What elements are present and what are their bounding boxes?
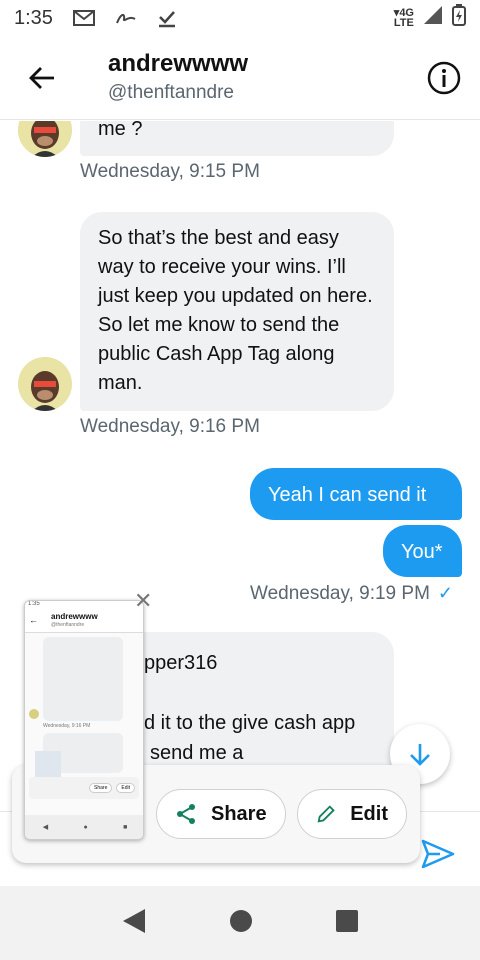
thumb-share: Share: [89, 783, 113, 793]
share-button[interactable]: Share: [156, 789, 286, 839]
back-nav-icon[interactable]: [121, 907, 147, 940]
message-timestamp: Wednesday, 9:16 PM: [80, 416, 260, 437]
message-bubble[interactable]: me ?: [80, 121, 394, 156]
battery-icon: [452, 4, 466, 32]
thumb-time: Wednesday, 9:16 PM: [43, 723, 91, 729]
send-icon[interactable]: [420, 836, 456, 872]
signature-icon: [115, 11, 137, 25]
message-text-line: send me a: [150, 742, 244, 764]
thumb-share-sheet: Share Edit: [29, 777, 139, 799]
thumb-edit: Edit: [116, 783, 135, 793]
edit-button[interactable]: Edit: [297, 789, 407, 839]
screenshot-thumbnail[interactable]: 1:35 ← andrewwww @thenftanndre Wednesday…: [24, 600, 144, 840]
message-timestamp: Wednesday, 9:19 PM ✓: [250, 583, 453, 605]
recents-nav-icon[interactable]: [335, 909, 359, 938]
avatar[interactable]: [18, 357, 72, 411]
arrow-down-icon: [410, 744, 430, 766]
system-nav-bar: [0, 886, 480, 960]
thumb-status-bar: 1:35: [25, 601, 143, 611]
thumb-back-nav-icon: ◀: [42, 824, 49, 831]
gmail-icon: [72, 10, 95, 26]
message-text-line: d it to the give cash app: [144, 712, 356, 734]
download-done-icon: [157, 8, 177, 28]
message-timestamp: Wednesday, 9:15 PM: [80, 161, 260, 182]
thumb-name: andrewwww: [51, 612, 98, 621]
thumb-avatar: [29, 709, 39, 719]
thumb-bubble: [43, 637, 123, 721]
status-right: ▾4G LTE: [394, 4, 466, 32]
pencil-icon: [317, 805, 335, 823]
message-bubble-outgoing[interactable]: You*: [383, 525, 462, 577]
conversation-header: andrewwww @thenftanndre: [0, 36, 480, 120]
info-icon[interactable]: [426, 60, 462, 96]
home-nav-icon[interactable]: [229, 909, 253, 938]
thumb-nav: ◀ ● ■: [25, 815, 143, 839]
status-time: 1:35: [14, 6, 53, 29]
avatar[interactable]: [18, 121, 72, 157]
thumb-handle: @thenftanndre: [51, 622, 85, 628]
contact-name: andrewwww: [108, 50, 249, 77]
thumb-recents-nav-icon: ■: [123, 823, 128, 831]
message-bubble[interactable]: So that’s the best and easy way to recei…: [80, 212, 394, 411]
thumb-header: ← andrewwww @thenftanndre: [25, 611, 143, 633]
thumb-home-nav-icon: ●: [83, 823, 88, 831]
read-check-icon: ✓: [437, 583, 453, 603]
message-text: So that’s the best and easy way to recei…: [98, 227, 373, 394]
share-label: Share: [211, 802, 267, 825]
contact-handle: @thenftanndre: [108, 82, 234, 103]
thumb-back-icon: ←: [29, 615, 38, 625]
close-icon[interactable]: ✕: [134, 588, 152, 614]
network-indicator: ▾4G LTE: [393, 7, 414, 29]
message-bubble-outgoing[interactable]: Yeah I can send it: [250, 468, 462, 520]
status-bar: 1:35 ▾4G LTE: [0, 0, 480, 36]
message-text-line: pper316: [144, 652, 218, 674]
signal-icon: [422, 6, 444, 30]
share-icon: [177, 804, 195, 824]
message-text: Yeah I can send it: [268, 484, 427, 506]
edit-label: Edit: [350, 802, 388, 825]
back-arrow-icon[interactable]: [24, 60, 60, 96]
message-text: me ?: [98, 121, 143, 140]
message-text: You*: [401, 541, 443, 563]
timestamp-text: Wednesday, 9:19 PM: [250, 583, 430, 604]
